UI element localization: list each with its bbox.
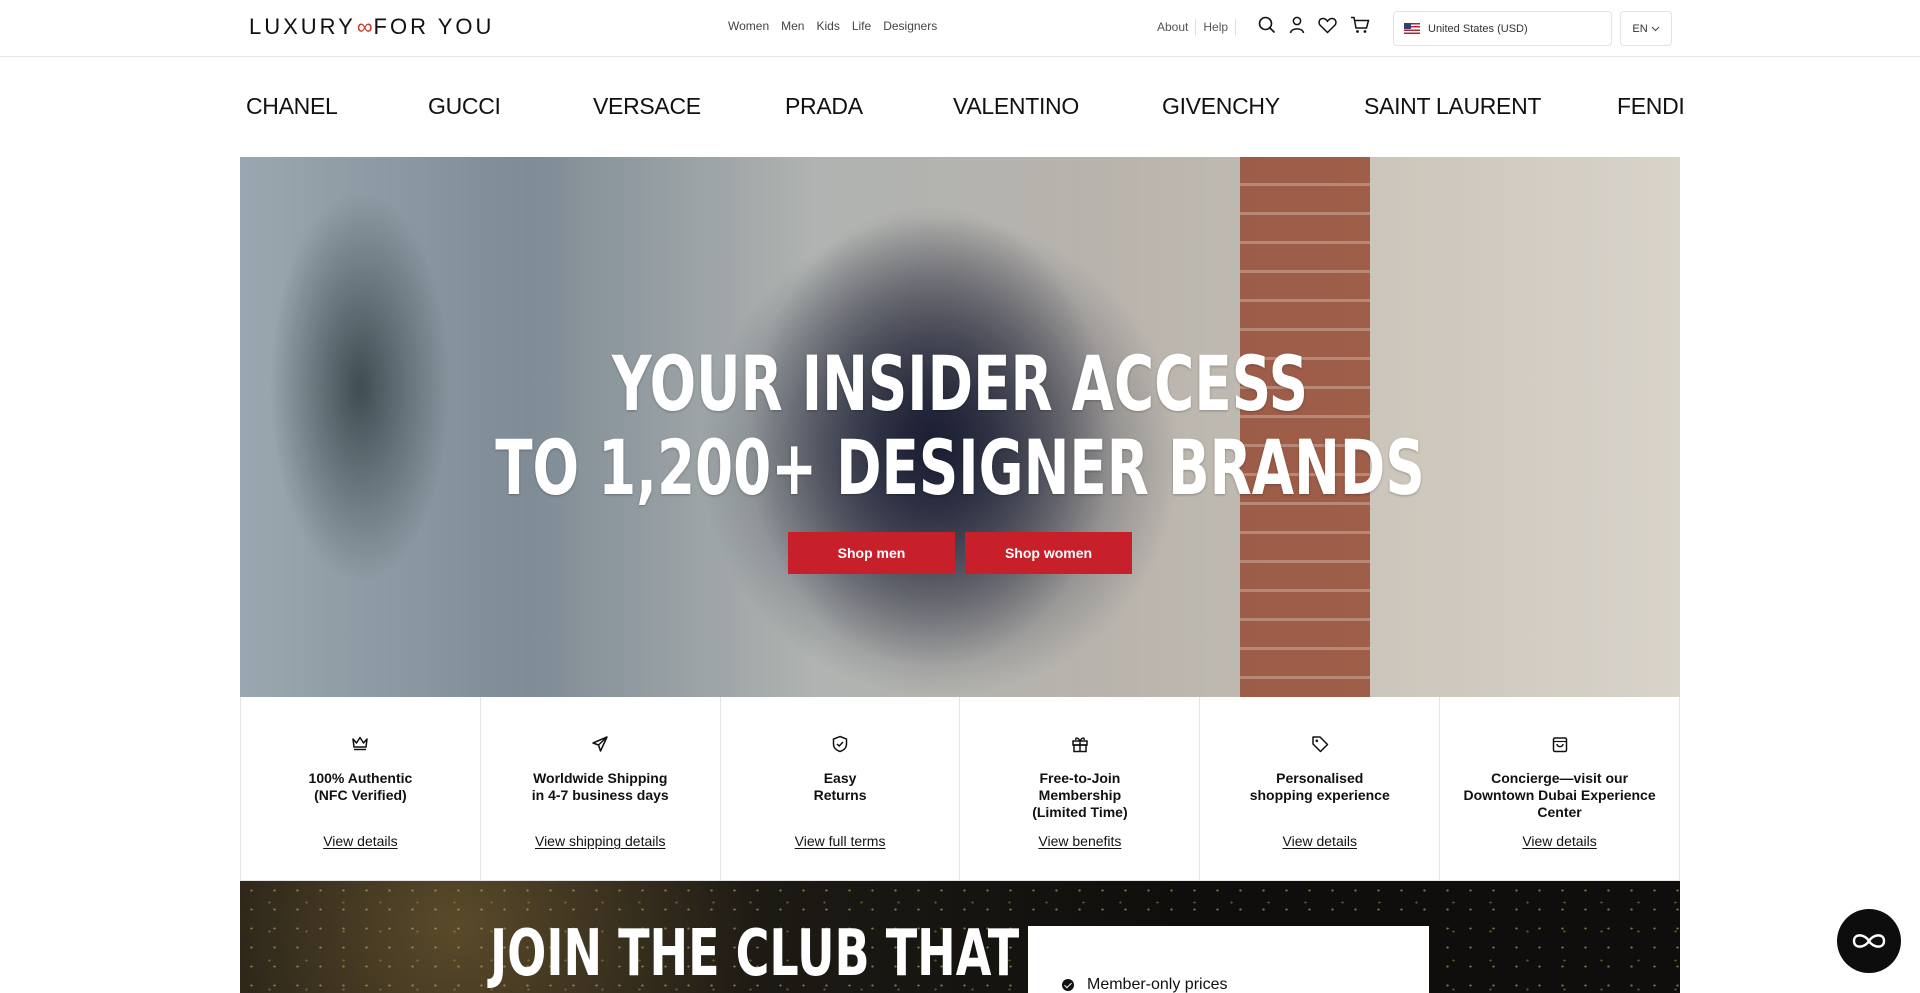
club-title: JOIN THE CLUB THAT (490, 917, 1020, 991)
chevron-down-icon (1651, 26, 1660, 31)
shop-men-button[interactable]: Shop men (788, 532, 955, 574)
search-icon[interactable] (1258, 16, 1276, 34)
feature-text: Concierge—visit our Downtown Dubai Exper… (1463, 770, 1656, 820)
hero-title: YOUR INSIDER ACCESS TO 1,200+ DESIGNER B… (442, 342, 1479, 510)
cart-icon[interactable] (1350, 16, 1370, 34)
club-benefits-card: Member-only prices (1028, 926, 1429, 993)
feature-returns: Easy Returns View full terms (720, 697, 961, 881)
nav-life[interactable]: Life (852, 19, 871, 33)
view-full-terms-link[interactable]: View full terms (721, 833, 960, 849)
brand-fendi[interactable]: FENDI (1617, 93, 1685, 120)
shop-women-button[interactable]: Shop women (965, 532, 1132, 574)
utility-nav: About Help (1157, 19, 1243, 35)
plane-icon (591, 735, 609, 758)
help-link[interactable]: Help (1203, 20, 1228, 34)
brand-chanel[interactable]: CHANEL (246, 93, 338, 120)
infinity-icon: ∞ (356, 14, 373, 39)
brand-versace[interactable]: VERSACE (593, 93, 701, 120)
hero-banner: YOUR INSIDER ACCESS TO 1,200+ DESIGNER B… (240, 157, 1680, 697)
feature-membership: Free-to-Join Membership (Limited Time) V… (960, 697, 1201, 881)
view-details-link[interactable]: View details (241, 833, 480, 849)
club-benefit-item: Member-only prices (1062, 976, 1227, 993)
nav-women[interactable]: Women (728, 19, 769, 33)
feature-personalised: Personalised shopping experience View de… (1200, 697, 1441, 881)
feature-text: 100% Authentic (NFC Verified) (308, 770, 413, 803)
gift-icon (1071, 735, 1089, 758)
feature-text: Free-to-Join Membership (Limited Time) (1032, 770, 1128, 820)
brand-valentino[interactable]: VALENTINO (953, 93, 1079, 120)
crown-icon (351, 735, 369, 756)
brand-gucci[interactable]: GUCCI (428, 93, 501, 120)
header-icons (1258, 16, 1370, 34)
bag-icon (1552, 735, 1568, 758)
site-logo[interactable]: LUXURY∞FOR YOU (249, 14, 494, 40)
wishlist-icon[interactable] (1318, 17, 1337, 34)
feature-concierge: Concierge—visit our Downtown Dubai Exper… (1440, 697, 1680, 881)
site-header: LUXURY∞FOR YOU Women Men Kids Life Desig… (0, 0, 1920, 57)
feature-authentic: 100% Authentic (NFC Verified) View detai… (241, 697, 481, 881)
view-benefits-link[interactable]: View benefits (960, 833, 1199, 849)
nav-kids[interactable]: Kids (816, 19, 839, 33)
nav-designers[interactable]: Designers (883, 19, 937, 33)
feature-text: Personalised shopping experience (1249, 770, 1390, 803)
us-flag-icon (1404, 23, 1420, 34)
feature-grid: 100% Authentic (NFC Verified) View detai… (240, 697, 1680, 881)
club-benefit-label: Member-only prices (1087, 976, 1228, 993)
main-nav: Women Men Kids Life Designers (728, 19, 937, 33)
country-selector[interactable]: United States (USD) (1393, 11, 1612, 46)
hero-buttons: Shop men Shop women (788, 532, 1132, 574)
brand-givenchy[interactable]: GIVENCHY (1162, 93, 1280, 120)
nav-men[interactable]: Men (781, 19, 804, 33)
view-shipping-details-link[interactable]: View shipping details (481, 833, 720, 849)
about-link[interactable]: About (1157, 20, 1188, 34)
logo-text-right: FOR YOU (373, 14, 495, 39)
brand-strip: CHANEL GUCCI VERSACE PRADA VALENTINO GIV… (0, 57, 1920, 157)
view-details-link[interactable]: View details (1200, 833, 1439, 849)
account-icon[interactable] (1289, 16, 1305, 34)
feature-text: Worldwide Shipping in 4-7 business days (531, 770, 669, 803)
divider (1235, 19, 1237, 35)
tag-icon (1311, 735, 1329, 758)
check-circle-icon (1062, 979, 1074, 991)
hero-title-line2: TO 1,200+ DESIGNER BRANDS (495, 423, 1425, 512)
language-selector[interactable]: EN (1620, 11, 1672, 46)
hero-title-line1: YOUR INSIDER ACCESS (611, 339, 1309, 428)
divider (1195, 19, 1197, 35)
logo-text-left: LUXURY (249, 14, 356, 39)
feature-text: Easy Returns (813, 770, 867, 803)
club-banner: JOIN THE CLUB THAT Member-only prices (240, 881, 1680, 993)
chat-button[interactable] (1837, 909, 1901, 973)
country-label: United States (USD) (1428, 22, 1528, 35)
feature-shipping: Worldwide Shipping in 4-7 business days … (480, 697, 721, 881)
language-label: EN (1632, 22, 1648, 35)
brand-saint-laurent[interactable]: SAINT LAURENT (1364, 93, 1541, 120)
view-details-link[interactable]: View details (1440, 833, 1679, 849)
shield-icon (832, 735, 848, 758)
chat-infinity-icon (1852, 934, 1886, 948)
brand-prada[interactable]: PRADA (785, 93, 863, 120)
